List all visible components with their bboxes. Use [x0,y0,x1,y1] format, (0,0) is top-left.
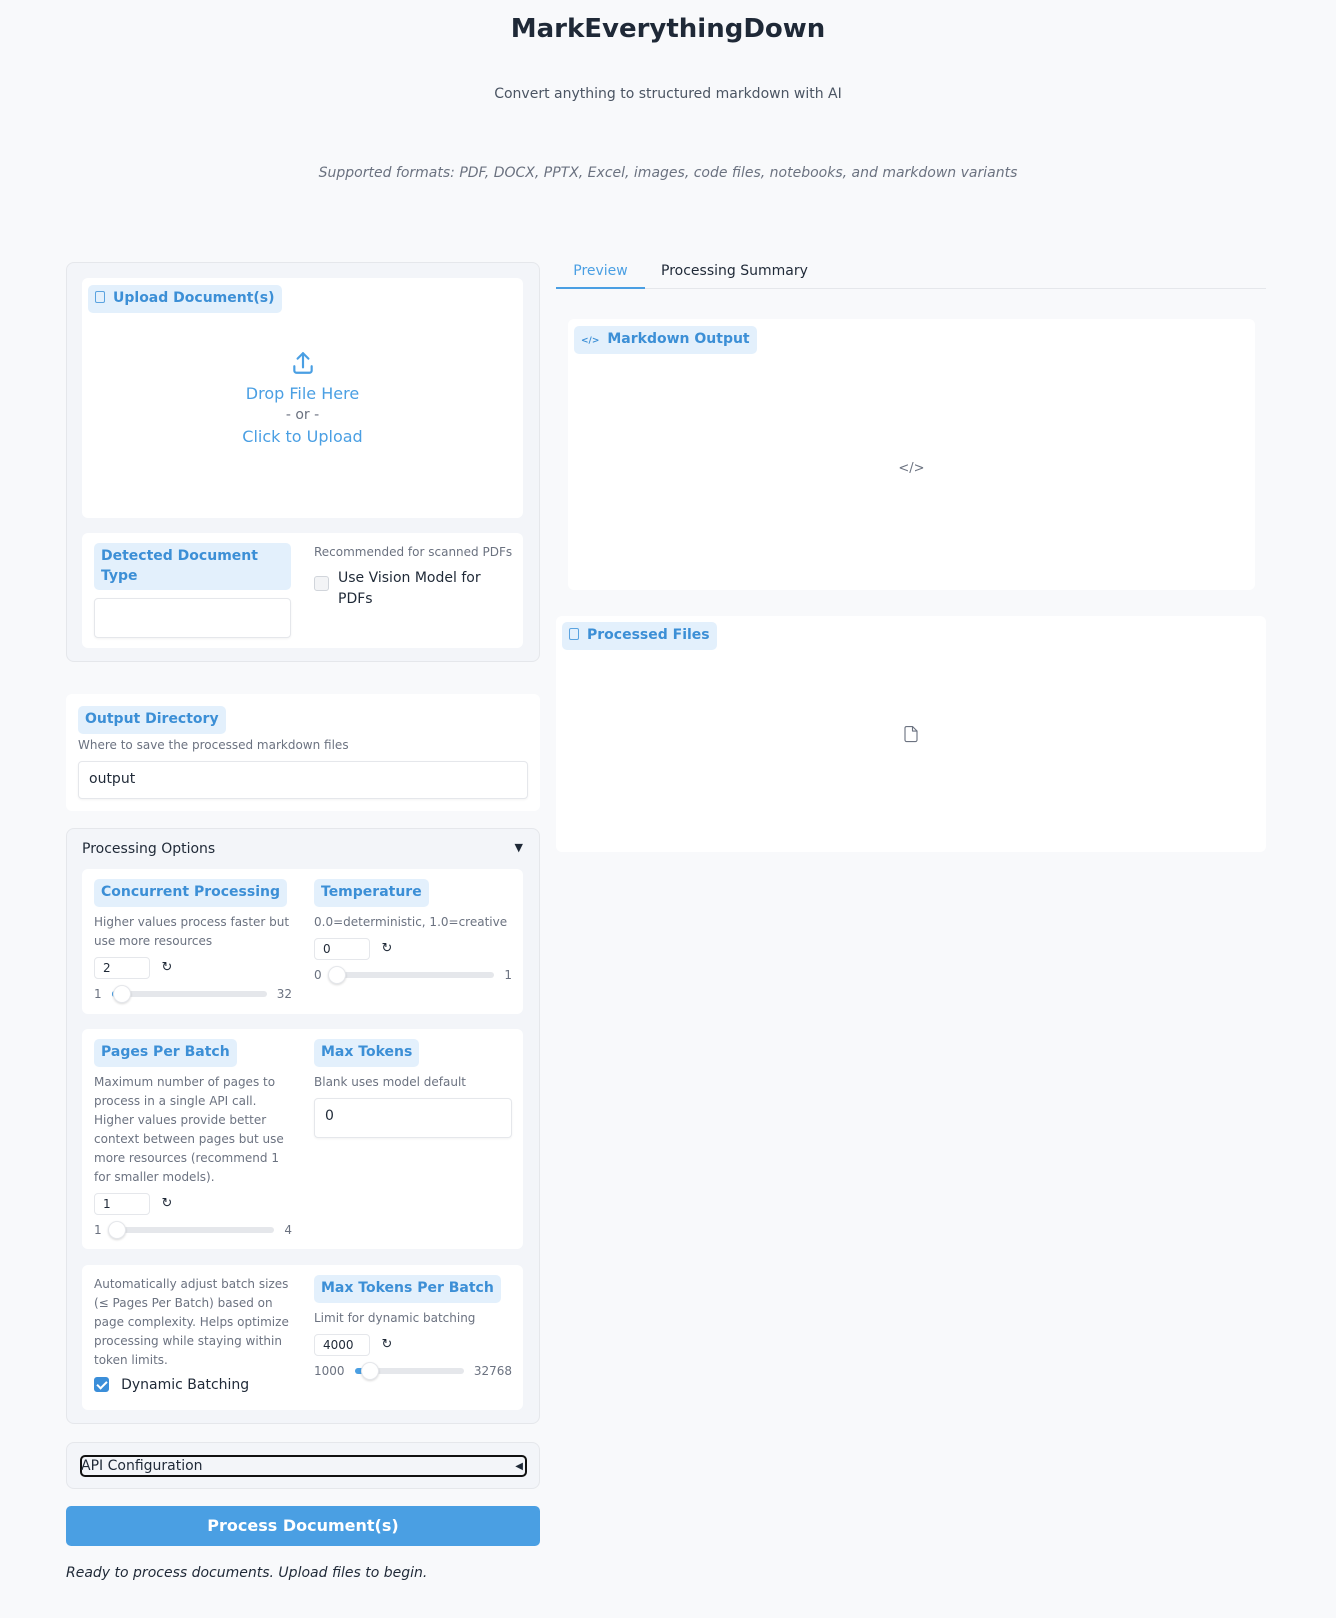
temperature-min: 0 [314,967,322,982]
max-tokens-batch-min: 1000 [314,1363,345,1378]
code-icon: </> [581,336,600,346]
vision-checkbox[interactable] [314,576,329,591]
api-config-header[interactable]: API Configuration ◀ [80,1455,527,1477]
api-config-panel: API Configuration ◀ [66,1442,540,1489]
supported-formats: Supported formats: PDF, DOCX, PPTX, Exce… [318,165,1018,181]
drop-file-text: Drop File Here [245,384,360,403]
concurrent-slider[interactable] [111,984,267,1003]
doc-type-card: Detected Document Type Recommended for s… [82,533,523,648]
upload-icon [292,352,313,374]
page-title: MarkEverythingDown [510,14,826,44]
output-dir-label: Output Directory [78,706,226,734]
max-tokens-batch-slider[interactable] [354,1361,464,1380]
markdown-output-label: </> Markdown Output [574,326,757,354]
max-tokens-batch-info: Limit for dynamic batching [314,1310,476,1325]
output-dir-card: Output Directory Where to save the proce… [66,694,540,811]
temperature-info: 0.0=deterministic, 1.0=creative [314,914,508,929]
temperature-label: Temperature [314,879,429,907]
temperature-slider[interactable] [327,965,495,984]
chevron-left-icon: ◀ [515,1460,523,1472]
code-icon: </> [898,461,925,476]
concurrent-label: Concurrent Processing [94,879,287,907]
upload-panel: Upload Document(s) Drop File Here - or -… [66,262,540,662]
vision-label: Use Vision Model for PDFs [338,570,481,607]
file-icon [95,291,105,303]
dynamic-batching-info: Automatically adjust batch sizes (≤ Page… [94,1277,289,1367]
max-tokens-batch-max: 32768 [473,1363,512,1378]
output-dir-info: Where to save the processed markdown fil… [78,738,349,752]
reset-icon[interactable]: ↻ [370,938,404,960]
file-icon [569,628,579,640]
tab-preview[interactable]: Preview [556,256,645,289]
reset-icon[interactable]: ↻ [370,1334,404,1356]
processed-files-label: Processed Files [562,622,717,650]
concurrent-info: Higher values process faster but use mor… [94,914,290,948]
concurrent-max: 32 [276,986,292,1001]
doc-type-label: Detected Document Type [94,543,291,591]
concurrent-number-input[interactable]: 2 [94,956,150,979]
dynamic-batching-card: Automatically adjust batch sizes (≤ Page… [82,1265,523,1410]
tab-bar: Preview Processing Summary [556,256,1266,289]
process-button[interactable]: Process Document(s) [66,1506,540,1546]
vision-info: Recommended for scanned PDFs [314,545,513,559]
max-tokens-info: Blank uses model default [314,1074,466,1089]
pages-per-batch-info: Maximum number of pages to process in a … [94,1074,284,1184]
max-tokens-input[interactable]: 0 [314,1097,512,1138]
or-text: - or - [285,407,320,423]
upload-label: Upload Document(s) [88,285,282,313]
click-to-upload-text[interactable]: Click to Upload [82,427,523,446]
output-dir-input[interactable]: output [78,761,528,799]
max-tokens-label: Max Tokens [314,1039,420,1067]
reset-icon[interactable]: ↻ [150,1193,184,1215]
concurrency-temperature-card: Concurrent Processing Higher values proc… [82,869,523,1014]
pages-per-batch-number-input[interactable]: 1 [94,1192,150,1215]
dynamic-batching-checkbox[interactable] [94,1377,109,1392]
max-tokens-batch-label: Max Tokens Per Batch [314,1275,501,1303]
status-text: Ready to process documents. Upload files… [66,1565,428,1581]
reset-icon[interactable]: ↻ [150,957,184,979]
max-tokens-batch-number-input[interactable]: 4000 [314,1333,370,1356]
pages-per-batch-min: 1 [94,1222,102,1237]
markdown-output-card: </> Markdown Output </> [568,319,1255,590]
upload-dropzone[interactable]: Upload Document(s) Drop File Here - or -… [82,278,523,518]
processing-options-header[interactable]: Processing Options ▼ [82,841,523,857]
pages-per-batch-max: 4 [284,1222,292,1237]
file-icon [904,725,918,743]
tab-processing-summary[interactable]: Processing Summary [661,256,808,289]
pages-tokens-card: Pages Per Batch Maximum number of pages … [82,1029,523,1249]
pages-per-batch-slider[interactable] [107,1220,275,1239]
doc-type-field [94,598,291,639]
dynamic-batching-label: Dynamic Batching [121,1377,250,1393]
pages-per-batch-label: Pages Per Batch [94,1039,237,1067]
temperature-number-input[interactable]: 0 [314,937,370,960]
concurrent-min: 1 [94,986,102,1001]
chevron-down-icon: ▼ [514,841,523,854]
temperature-max: 1 [504,967,512,982]
page-subtitle: Convert anything to structured markdown … [494,86,842,102]
processing-options-panel: Processing Options ▼ Concurrent Processi… [66,828,540,1424]
processed-files-card: Processed Files [556,616,1266,852]
